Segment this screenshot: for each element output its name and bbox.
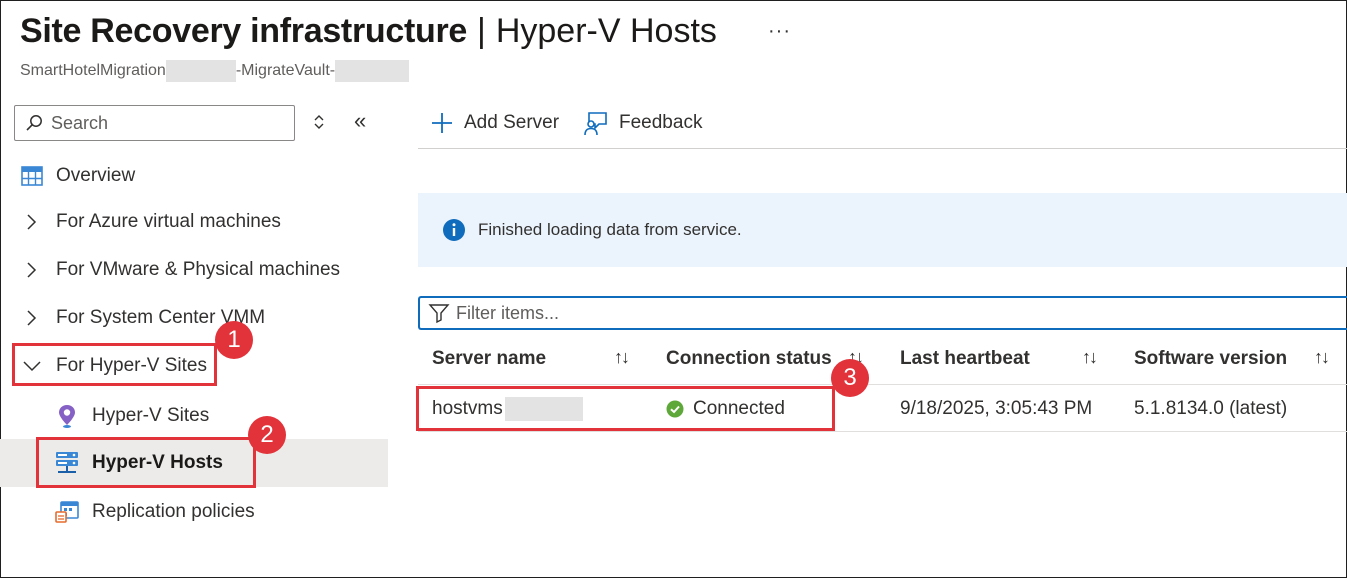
sidebar-item-azure-vms[interactable]: For Azure virtual machines xyxy=(0,198,388,246)
filter-placeholder: Filter items... xyxy=(456,302,560,323)
sidebar-item-label: For VMware & Physical machines xyxy=(56,259,341,280)
sort-toggle-icon[interactable] xyxy=(311,112,327,132)
software-version-cell: 5.1.8134.0 (latest) xyxy=(1134,398,1288,419)
sidebar-item-label: Hyper-V Sites xyxy=(92,405,210,426)
subtitle-vault-middle: -MigrateVault- xyxy=(235,62,336,79)
sidebar-item-label: Replication policies xyxy=(92,501,255,522)
subtitle-vault-prefix: SmartHotelMigration xyxy=(20,62,166,79)
filter-input[interactable]: Filter items... xyxy=(418,296,1347,330)
sidebar-item-system-center-vmm[interactable]: For System Center VMM xyxy=(0,294,388,342)
chevron-right-icon xyxy=(27,214,37,230)
feedback-label: Feedback xyxy=(619,112,703,133)
add-server-button[interactable]: Add Server xyxy=(430,106,559,140)
sort-icon[interactable]: ↑↓ xyxy=(1082,347,1098,368)
info-icon xyxy=(443,219,465,241)
search-placeholder: Search xyxy=(51,112,109,133)
feedback-person-icon xyxy=(584,112,607,136)
annotation-badge: 3 xyxy=(831,359,869,397)
map-pin-icon xyxy=(59,405,75,428)
info-banner-message: Finished loading data from service. xyxy=(478,220,742,239)
collapse-sidebar-button[interactable]: « xyxy=(354,110,366,132)
annotation-badge: 2 xyxy=(248,416,286,454)
column-header-connection-status[interactable]: Connection status xyxy=(666,344,832,374)
annotation-badge: 1 xyxy=(215,321,253,359)
sort-icon[interactable]: ↑↓ xyxy=(1314,347,1330,368)
table-row-divider xyxy=(418,431,1347,432)
search-input[interactable]: Search xyxy=(14,105,295,141)
page-subtitle: SmartHotelMigration -MigrateVault- xyxy=(20,60,410,82)
sidebar-item-overview[interactable]: Overview xyxy=(0,152,388,200)
annotation-highlight-box xyxy=(12,343,217,386)
sidebar-item-vmware-physical[interactable]: For VMware & Physical machines xyxy=(0,246,388,294)
column-header-last-heartbeat[interactable]: Last heartbeat xyxy=(900,344,1030,374)
sidebar-item-label: Overview xyxy=(56,165,136,186)
plus-icon xyxy=(432,113,452,133)
title-primary: Site Recovery infrastructure xyxy=(20,12,467,50)
feedback-button[interactable]: Feedback xyxy=(583,106,702,140)
redacted-block xyxy=(335,60,410,82)
last-heartbeat-cell: 9/18/2025, 3:05:43 PM xyxy=(900,398,1093,419)
column-header-software-version[interactable]: Software version xyxy=(1134,344,1287,374)
command-bar-divider xyxy=(418,148,1347,149)
sort-icon[interactable]: ↑↓ xyxy=(614,347,630,368)
sidebar-item-hyperv-sites[interactable]: Hyper-V Sites xyxy=(0,392,388,440)
search-icon xyxy=(26,115,42,131)
sidebar-item-label: For Azure virtual machines xyxy=(56,211,281,232)
page-title: Site Recovery infrastructure | Hyper-V H… xyxy=(20,12,717,51)
overview-grid-icon xyxy=(21,166,43,186)
table-header-divider xyxy=(418,384,1347,385)
annotation-highlight-box xyxy=(36,437,256,488)
chevron-right-icon xyxy=(27,310,37,326)
column-header-server-name[interactable]: Server name xyxy=(432,344,546,374)
more-options-button[interactable]: ··· xyxy=(768,20,791,43)
chevron-right-icon xyxy=(27,262,37,278)
sidebar-item-replication-policies[interactable]: Replication policies xyxy=(0,488,388,536)
title-separator: | xyxy=(477,12,486,50)
calendar-policy-icon xyxy=(55,501,79,523)
info-banner: Finished loading data from service. xyxy=(418,193,1347,267)
add-server-label: Add Server xyxy=(464,112,560,133)
title-secondary: Hyper-V Hosts xyxy=(495,12,717,50)
redacted-block xyxy=(165,60,236,82)
annotation-highlight-box xyxy=(416,386,835,431)
filter-funnel-icon xyxy=(428,304,450,324)
